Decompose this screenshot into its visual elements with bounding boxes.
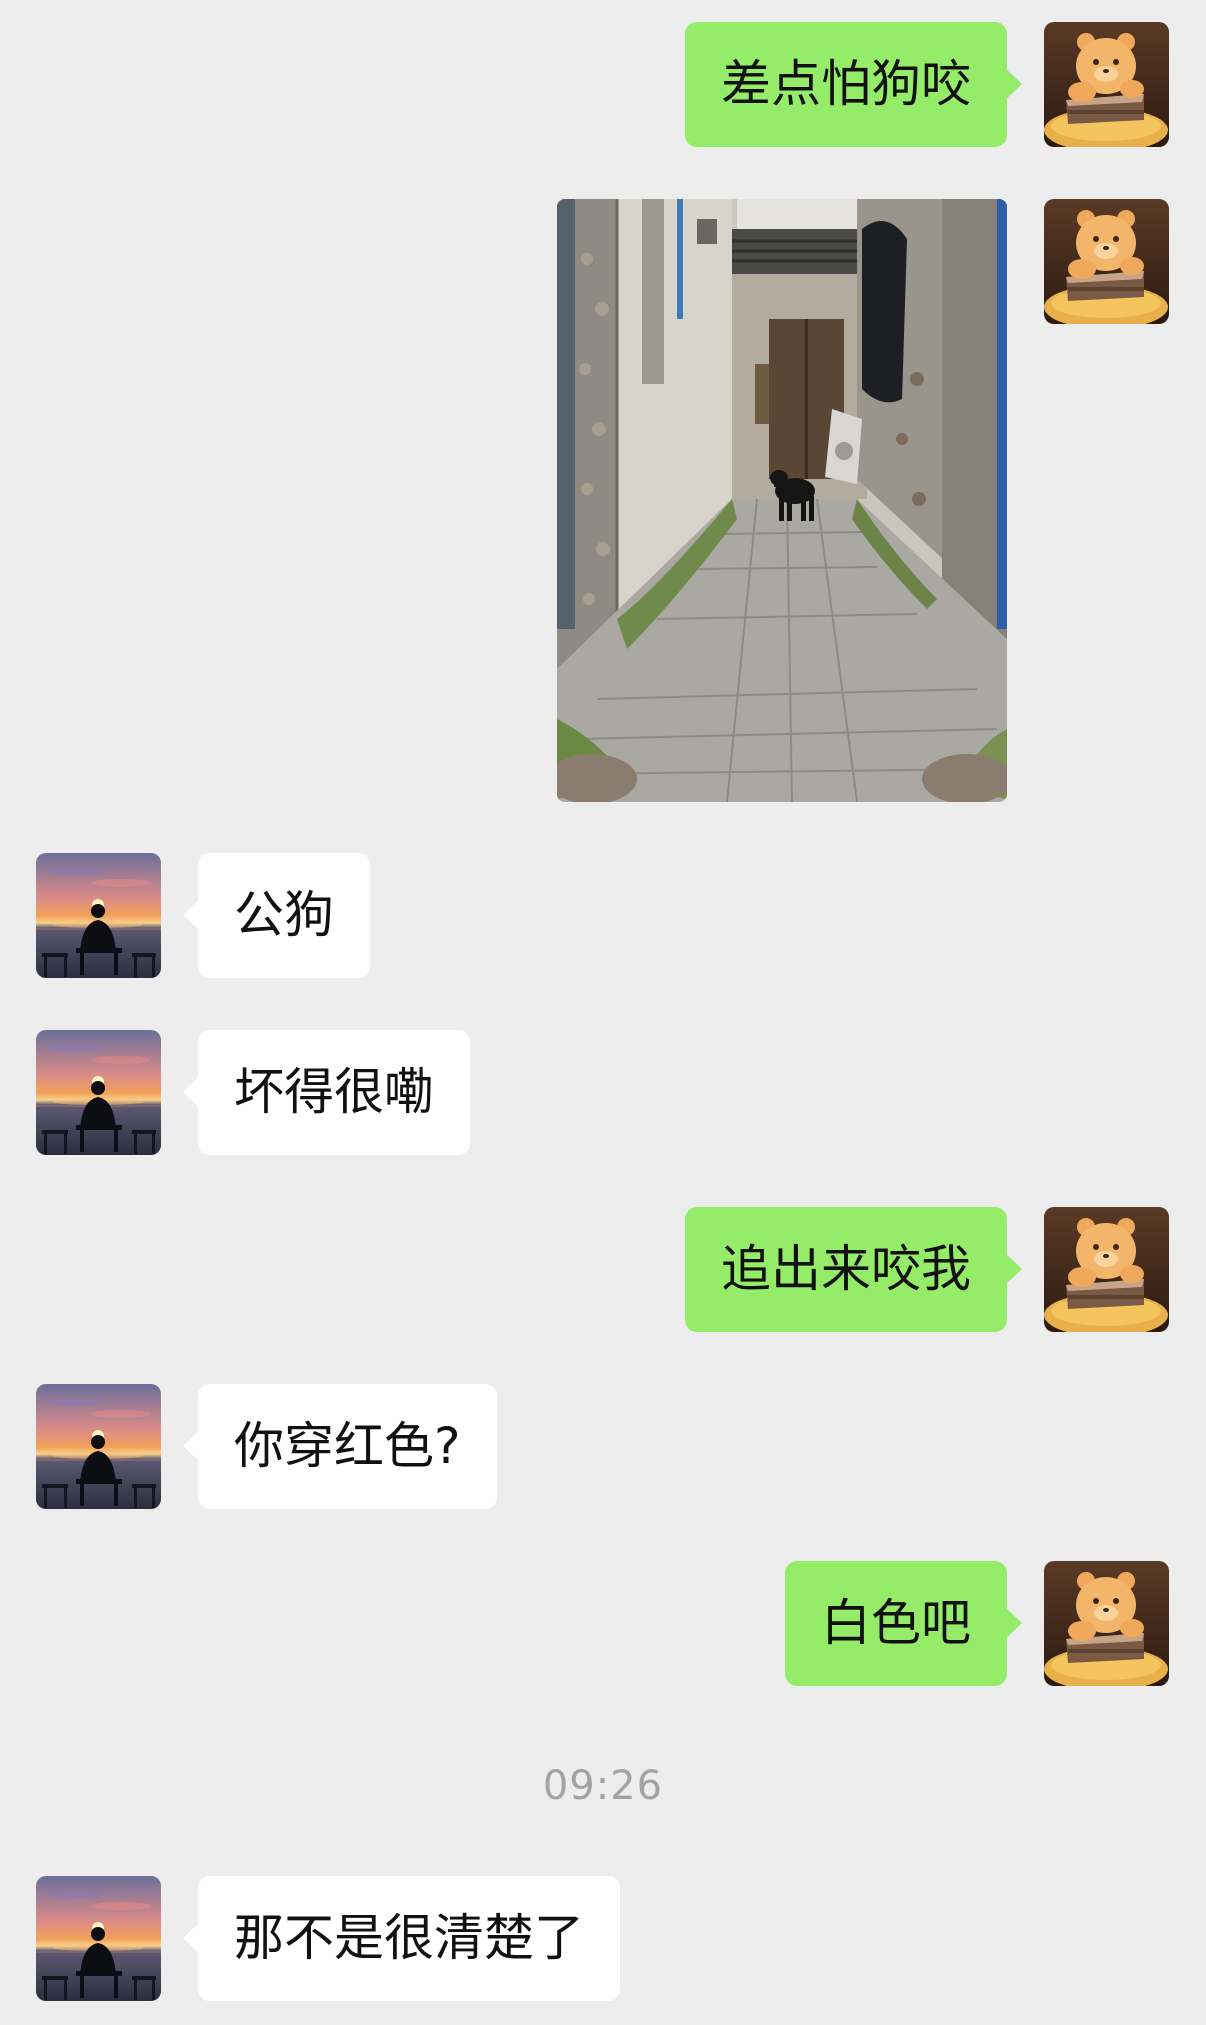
bubble-tail: [183, 1077, 199, 1107]
incoming-message-bubble[interactable]: 公狗: [198, 853, 370, 978]
self-avatar[interactable]: [1044, 199, 1169, 324]
bubble-tail: [1006, 1254, 1022, 1284]
contact-avatar[interactable]: [36, 1384, 161, 1509]
bubble-tail: [183, 1923, 199, 1953]
timestamp-divider: 09:26: [542, 1763, 664, 1809]
outgoing-message-bubble[interactable]: 追出来咬我: [685, 1207, 1007, 1332]
bubble-tail: [1006, 69, 1022, 99]
bubble-tail: [183, 1431, 199, 1461]
self-avatar[interactable]: [1044, 22, 1169, 147]
contact-avatar[interactable]: [36, 1030, 161, 1155]
outgoing-message-bubble[interactable]: 白色吧: [785, 1561, 1007, 1686]
alley-dog-photo[interactable]: [557, 199, 1007, 802]
incoming-message-bubble[interactable]: 你穿红色?: [198, 1384, 497, 1509]
chat-thread[interactable]: 差点怕狗咬 公狗 坏得很嘞 追出来咬我 你穿红色? 白色吧 09:26 那不是很…: [0, 0, 1206, 2025]
self-avatar[interactable]: [1044, 1207, 1169, 1332]
bubble-tail: [1006, 1608, 1022, 1638]
bubble-tail: [183, 900, 199, 930]
incoming-message-bubble[interactable]: 坏得很嘞: [198, 1030, 470, 1155]
self-avatar[interactable]: [1044, 1561, 1169, 1686]
contact-avatar[interactable]: [36, 1876, 161, 2001]
contact-avatar[interactable]: [36, 853, 161, 978]
incoming-message-bubble[interactable]: 那不是很清楚了: [198, 1876, 620, 2001]
outgoing-message-bubble[interactable]: 差点怕狗咬: [685, 22, 1007, 147]
